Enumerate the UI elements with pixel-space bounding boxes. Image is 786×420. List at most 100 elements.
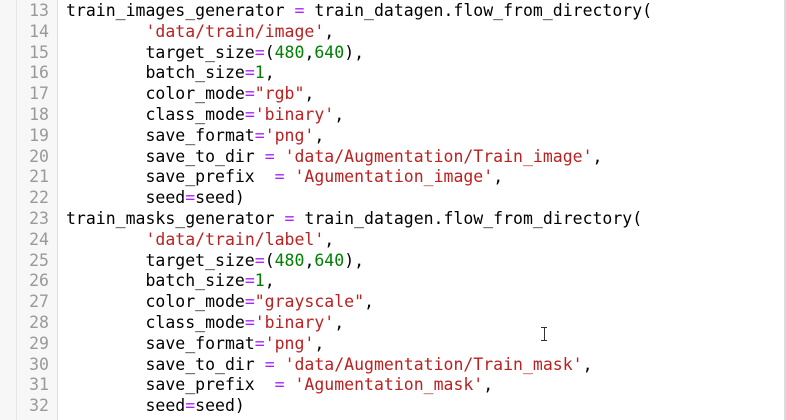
code-token: 'data/train/label' bbox=[145, 229, 325, 249]
code-token: 1 bbox=[254, 63, 265, 83]
code-token: = bbox=[244, 105, 255, 124]
code-text[interactable]: train_masks_generator = train_datagen.fl… bbox=[66, 209, 642, 230]
line-number: 28 bbox=[29, 313, 49, 332]
code-text[interactable]: class_mode='binary', bbox=[66, 105, 344, 126]
code-token: , bbox=[304, 42, 315, 62]
line-number: 27 bbox=[29, 292, 49, 312]
code-token: class_mode bbox=[66, 105, 245, 124]
code-editor[interactable]: 13 train_images_generator = train_datagen… bbox=[0, 0, 786, 420]
code-text[interactable]: save_to_dir = 'data/Augmentation/Train_i… bbox=[66, 147, 602, 168]
code-token: = bbox=[254, 333, 265, 353]
code-token: = bbox=[244, 84, 255, 104]
code-text[interactable]: class_mode='binary', bbox=[66, 313, 344, 334]
code-text[interactable]: 'data/train/image', bbox=[66, 22, 334, 43]
code-line[interactable]: 30 save_to_dir = 'data/Augmentation/Trai… bbox=[0, 355, 784, 376]
code-text[interactable]: target_size=(480,640), bbox=[66, 43, 364, 64]
code-token: , bbox=[592, 146, 603, 166]
code-token: 'Agumentation_image' bbox=[294, 167, 494, 187]
code-token: 640 bbox=[314, 250, 345, 270]
code-token: ( bbox=[264, 250, 275, 270]
code-token: = bbox=[264, 146, 275, 166]
code-token: 'png' bbox=[264, 125, 315, 145]
code-token: train_datagen.flow_from_directory( bbox=[294, 209, 643, 228]
code-token: 1 bbox=[254, 271, 265, 291]
code-text[interactable]: batch_size=1, bbox=[66, 63, 275, 84]
code-line[interactable]: 24 'data/train/label', bbox=[0, 230, 784, 251]
code-token: = bbox=[294, 1, 305, 20]
code-text[interactable]: 'data/train/label', bbox=[66, 230, 334, 251]
code-text[interactable]: seed=seed) bbox=[66, 188, 244, 209]
code-token: 480 bbox=[274, 42, 305, 62]
code-token: ), bbox=[344, 250, 365, 270]
code-token: = bbox=[274, 167, 285, 187]
code-token: , bbox=[264, 63, 275, 83]
code-line[interactable]: 27 color_mode="grayscale", bbox=[0, 292, 784, 313]
code-token: seed bbox=[66, 396, 186, 416]
line-number: 16 bbox=[29, 63, 49, 83]
code-token: , bbox=[483, 375, 494, 395]
code-token: , bbox=[304, 250, 315, 270]
code-line[interactable]: 15 target_size=(480,640), bbox=[0, 43, 784, 64]
code-token: 'binary' bbox=[254, 313, 335, 332]
code-text[interactable]: save_to_dir = 'data/Augmentation/Train_m… bbox=[66, 354, 593, 376]
code-token: = bbox=[254, 125, 265, 145]
code-line[interactable]: 32 seed=seed) bbox=[0, 396, 784, 417]
code-token: ( bbox=[264, 42, 275, 62]
code-token: train_images_generator bbox=[66, 1, 295, 20]
code-line[interactable]: 31 save_prefix = 'Agumentation_mask', bbox=[0, 375, 784, 396]
code-text[interactable]: save_prefix = 'Agumentation_mask', bbox=[66, 375, 493, 396]
code-token: train_masks_generator bbox=[66, 209, 285, 228]
code-line[interactable]: 21 save_prefix = 'Agumentation_image', bbox=[0, 167, 784, 188]
line-number: 18 bbox=[29, 105, 49, 124]
code-line[interactable]: 20 save_to_dir = 'data/Augmentation/Trai… bbox=[0, 147, 784, 168]
code-token: = bbox=[274, 375, 285, 395]
code-text[interactable]: seed=seed) bbox=[66, 396, 244, 417]
code-line[interactable]: 14 'data/train/image', bbox=[0, 22, 784, 43]
code-token: save_format bbox=[66, 125, 255, 145]
code-line[interactable]: 22 seed=seed) bbox=[0, 188, 784, 209]
code-text[interactable]: color_mode="rgb", bbox=[66, 84, 314, 105]
line-number: 31 bbox=[29, 375, 49, 395]
code-line[interactable]: 18 class_mode='binary', bbox=[0, 105, 784, 126]
line-number: 32 bbox=[29, 396, 49, 416]
code-token: 'Agumentation_mask' bbox=[294, 375, 484, 395]
line-number: 22 bbox=[29, 188, 49, 208]
code-text[interactable]: color_mode="grayscale", bbox=[66, 292, 374, 313]
code-token: = bbox=[264, 354, 275, 374]
code-token: , bbox=[324, 229, 335, 249]
code-token: , bbox=[364, 292, 374, 312]
code-token: save_prefix bbox=[66, 167, 275, 187]
code-line[interactable]: 17 color_mode="rgb", bbox=[0, 84, 784, 105]
code-token: = bbox=[284, 209, 295, 228]
code-line[interactable]: 19 save_format='png', bbox=[0, 126, 784, 147]
code-text[interactable]: train_images_generator = train_datagen.f… bbox=[66, 1, 652, 22]
code-token: 'binary' bbox=[254, 105, 335, 124]
code-token: = bbox=[254, 42, 265, 62]
code-token: train_datagen.flow_from_directory( bbox=[304, 1, 653, 20]
code-text[interactable]: target_size=(480,640), bbox=[66, 251, 364, 272]
code-token: 'data/Augmentation/Train_mask' bbox=[284, 354, 583, 374]
code-text[interactable]: save_prefix = 'Agumentation_image', bbox=[66, 167, 503, 188]
code-text[interactable]: save_format='png', bbox=[66, 126, 324, 147]
code-token: save_prefix bbox=[66, 375, 275, 395]
code-line[interactable]: 28 class_mode='binary', bbox=[0, 313, 784, 334]
code-line[interactable]: 29 save_format='png', bbox=[0, 334, 784, 355]
code-line[interactable]: 23 train_masks_generator = train_datagen.… bbox=[0, 209, 784, 230]
code-line[interactable]: 13 train_images_generator = train_datagen… bbox=[0, 1, 784, 22]
code-token: = bbox=[185, 188, 196, 208]
code-token: 'data/Augmentation/Train_image' bbox=[284, 146, 593, 166]
line-number: 26 bbox=[29, 271, 49, 291]
code-line[interactable]: 25 target_size=(480,640), bbox=[0, 251, 784, 272]
code-text[interactable]: batch_size=1, bbox=[66, 271, 274, 292]
line-number: 15 bbox=[29, 42, 49, 62]
code-token: , bbox=[304, 84, 315, 104]
code-line[interactable]: 26 batch_size=1, bbox=[0, 271, 784, 292]
code-text[interactable]: save_format='png', bbox=[66, 334, 324, 355]
code-line[interactable]: 16 batch_size=1, bbox=[0, 63, 784, 84]
code-token: = bbox=[244, 313, 255, 332]
code-token: , bbox=[582, 354, 593, 374]
